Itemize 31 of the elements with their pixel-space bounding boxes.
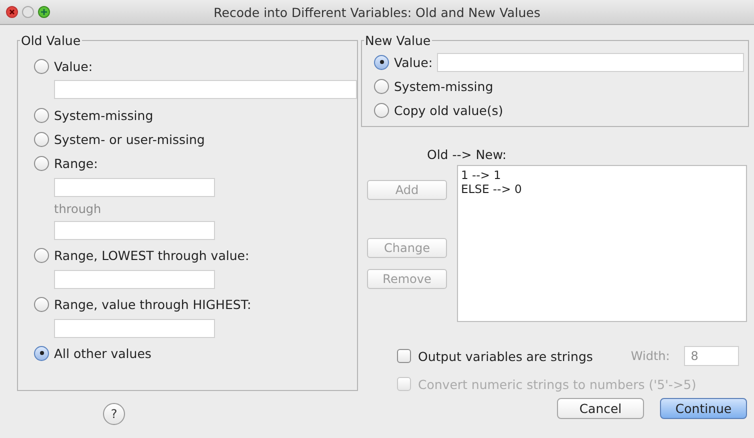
radio-option[interactable]: System-missing: [374, 74, 494, 98]
zoom-icon[interactable]: [38, 6, 50, 18]
close-icon[interactable]: [6, 6, 18, 18]
dialog-button[interactable]: Continue: [660, 398, 747, 419]
radio-option[interactable]: Value:: [374, 50, 433, 74]
radio-option[interactable]: System-missing: [34, 103, 357, 127]
width-label: Width:: [630, 349, 670, 363]
radio-option[interactable]: Value:: [34, 54, 357, 78]
value-field[interactable]: [54, 221, 215, 240]
checkbox-option[interactable]: Output variables are strings: [397, 348, 593, 364]
value-field[interactable]: [54, 270, 215, 289]
help-button[interactable]: ?: [103, 403, 125, 425]
dialog-button[interactable]: Cancel: [557, 398, 644, 419]
list-label: Old --> New:: [427, 147, 508, 164]
group-title: New Value: [364, 33, 432, 48]
radio-option[interactable]: Copy old value(s): [374, 98, 504, 122]
radio-option[interactable]: Range, LOWEST through value:: [34, 243, 357, 267]
group-title: Old Value: [20, 33, 82, 48]
value-field[interactable]: [54, 178, 215, 197]
window-title: Recode into Different Variables: Old and New Values: [212, 4, 542, 20]
radio-option[interactable]: All other values: [34, 341, 357, 365]
list-item[interactable]: ELSE --> 0: [461, 182, 743, 196]
minimize-icon[interactable]: [22, 6, 34, 18]
new-value-field[interactable]: [436, 52, 744, 72]
through-label: through: [54, 201, 102, 218]
radio-option[interactable]: System- or user-missing: [34, 127, 357, 151]
value-field[interactable]: [54, 319, 215, 338]
radio-option[interactable]: Range:: [34, 151, 357, 175]
list-item[interactable]: 1 --> 1: [461, 168, 743, 182]
value-field[interactable]: [54, 80, 357, 99]
radio-option[interactable]: Range, value through HIGHEST:: [34, 292, 357, 316]
